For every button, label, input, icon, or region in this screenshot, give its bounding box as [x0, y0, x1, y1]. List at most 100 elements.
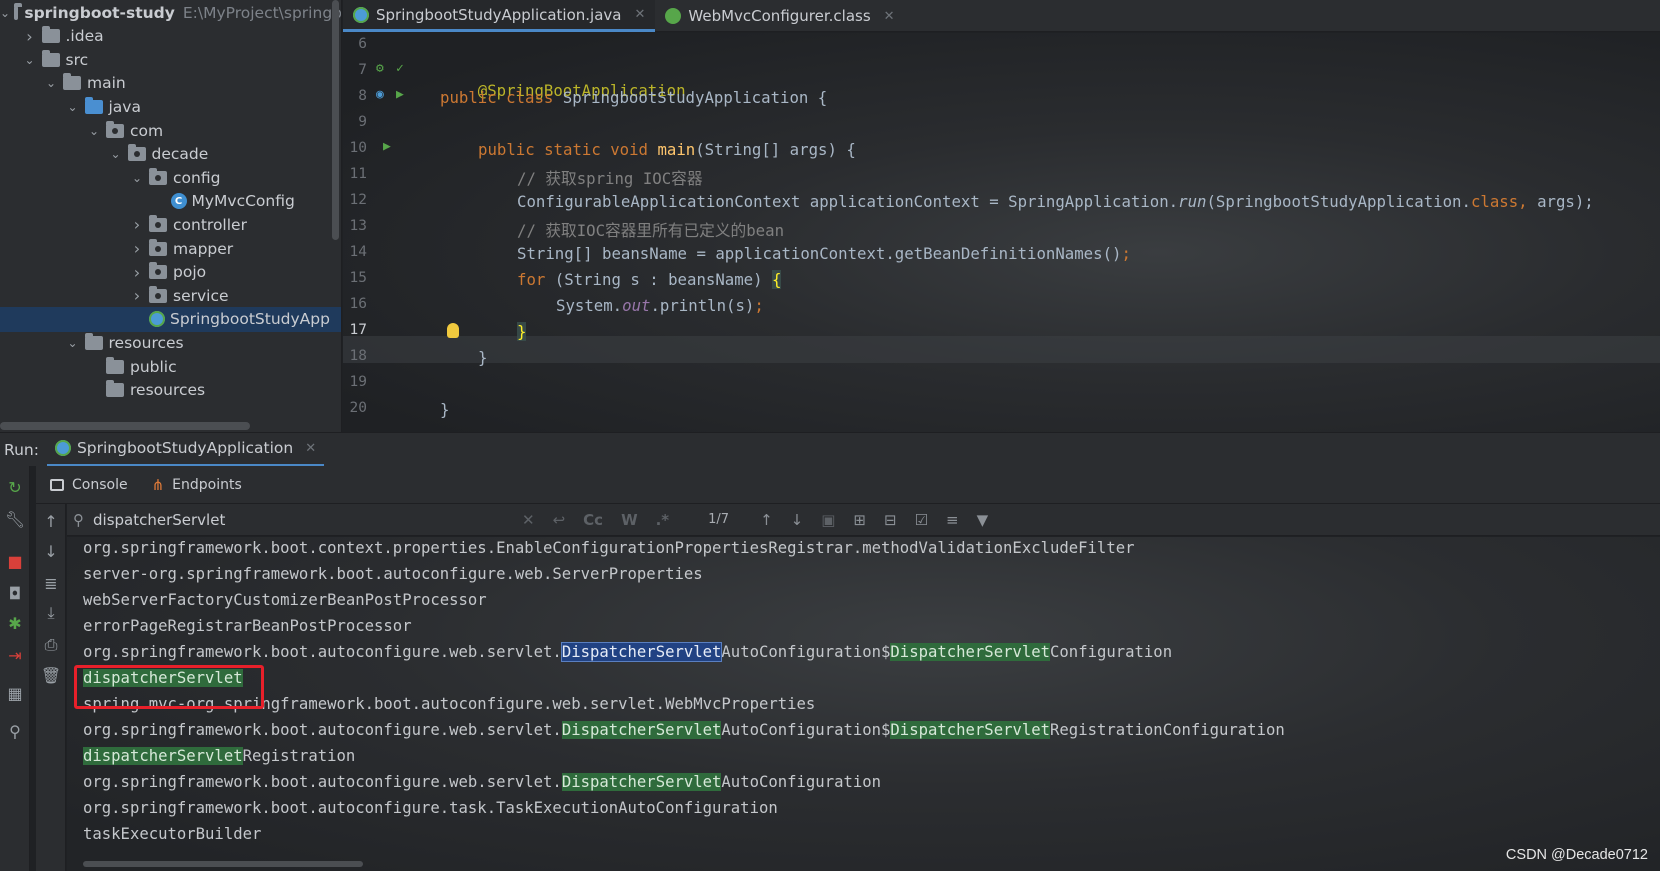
tree-root[interactable]: ⌄ springboot-study E:\MyProject\springb: [0, 0, 341, 25]
search-match: DispatcherServlet: [890, 643, 1051, 661]
scroll-to-end-icon[interactable]: ⤓: [42, 603, 60, 622]
pin-icon[interactable]: ⚲: [6, 722, 24, 741]
tab-console-label: Console: [72, 476, 128, 493]
chevron-down-icon[interactable]: ⌄: [65, 99, 81, 115]
tree-item[interactable]: › mapper: [0, 236, 341, 261]
folder-icon: [41, 26, 60, 44]
tab-springboot-study-application[interactable]: SpringbootStudyApplication.java ✕: [343, 0, 656, 32]
tree-horizontal-scrollbar[interactable]: [0, 422, 250, 430]
soft-wrap-icon[interactable]: ≣: [42, 574, 60, 593]
camera-icon[interactable]: ◘: [6, 584, 24, 603]
console-output[interactable]: org.springframework.boot.context.propert…: [67, 537, 1660, 871]
clear-icon[interactable]: ✕: [522, 511, 535, 529]
add-occurrence-icon[interactable]: ⊞: [853, 511, 866, 529]
project-tree-panel: ⌄ springboot-study E:\MyProject\springb …: [0, 0, 342, 432]
debug-icon[interactable]: ✱: [6, 614, 24, 633]
close-icon[interactable]: ✕: [305, 441, 316, 456]
tab-endpoints[interactable]: ⋔ Endpoints: [152, 476, 242, 494]
tree-item[interactable]: SpringbootStudyApp: [0, 306, 341, 332]
run-label: Run:: [4, 440, 39, 459]
chevron-right-icon[interactable]: ›: [129, 263, 145, 282]
next-occurrence-icon[interactable]: ↓: [791, 511, 804, 529]
tree-item[interactable]: ⌄ config: [0, 165, 341, 190]
run-icon[interactable]: ▶: [383, 139, 391, 154]
tree-item-label: resources: [108, 333, 184, 352]
code-editor[interactable]: 6 7 8 9 10 11 12 13 14 15 16 17 18 19 20 ⚙ ✓ ◉ ▶ ▶ @Sp…: [343, 33, 1660, 432]
filter-icon[interactable]: ▼: [977, 511, 989, 529]
match-case-button[interactable]: Cc: [583, 511, 603, 529]
chevron-right-icon[interactable]: ›: [129, 239, 145, 258]
chevron-right-icon[interactable]: ›: [129, 286, 145, 305]
select-all-icon[interactable]: ☑: [915, 511, 928, 529]
rerun-icon[interactable]: ↻: [6, 478, 24, 497]
tree-item[interactable]: C MyMvcConfig: [0, 189, 341, 214]
tree-item[interactable]: ⌄ java: [0, 94, 341, 119]
bean-icon[interactable]: ⚙: [376, 61, 384, 76]
console-line: org.springframework.boot.autoconfigure.w…: [83, 769, 881, 795]
code-line-15: for (String s : beansName) {: [517, 270, 782, 289]
chevron-down-icon[interactable]: ⌄: [86, 123, 102, 139]
folder-icon: [84, 332, 103, 350]
tree-item[interactable]: › .idea: [0, 24, 341, 49]
console-horizontal-scrollbar[interactable]: [83, 861, 363, 867]
chevron-down-icon[interactable]: ⌄: [108, 146, 124, 162]
lightbulb-icon[interactable]: [447, 323, 459, 338]
chevron-down-icon[interactable]: ⌄: [43, 75, 59, 91]
tree-item[interactable]: › pojo: [0, 260, 341, 285]
wrench-icon[interactable]: 🔧︎: [5, 510, 25, 529]
package-icon: [149, 167, 167, 185]
line-number: 20: [349, 400, 367, 416]
filter-lines-icon[interactable]: ≡: [946, 511, 959, 529]
line-number: 12: [349, 192, 367, 208]
layout-icon[interactable]: ▦: [6, 684, 24, 703]
tree-item[interactable]: ⌄ decade: [0, 142, 341, 167]
run-tab[interactable]: SpringbootStudyApplication ✕: [46, 433, 325, 467]
chevron-down-icon[interactable]: ⌄: [22, 52, 38, 68]
tree-item[interactable]: ⌄ resources: [0, 330, 341, 355]
whole-words-button[interactable]: W: [621, 511, 638, 529]
tree-item[interactable]: ⌄ com: [0, 118, 341, 143]
tab-console[interactable]: Console: [50, 477, 128, 493]
tree-item[interactable]: › service: [0, 283, 341, 308]
print-icon[interactable]: ⎙: [42, 635, 60, 654]
close-icon[interactable]: ✕: [634, 7, 645, 22]
arrow-down-icon[interactable]: ↓: [42, 542, 60, 561]
console-text: Configuration: [1050, 643, 1173, 661]
line-number: 8: [358, 88, 367, 104]
tree-item[interactable]: ⌄ main: [0, 71, 341, 96]
close-icon[interactable]: ✕: [884, 9, 895, 24]
chevron-down-icon[interactable]: ⌄: [0, 5, 10, 21]
tree-item[interactable]: › controller: [0, 212, 341, 237]
exit-icon[interactable]: ⇥: [6, 646, 24, 665]
previous-occurrence-icon[interactable]: ↑: [760, 511, 773, 529]
new-line-icon[interactable]: ↩: [553, 511, 566, 529]
console-text: org.springframework.boot.context.propert…: [83, 539, 1135, 557]
chevron-right-icon[interactable]: ›: [22, 27, 38, 46]
arrow-up-icon[interactable]: ↑: [42, 512, 60, 531]
line-number: 7: [358, 62, 367, 78]
console-text: RegistrationConfiguration: [1050, 721, 1285, 739]
search-input[interactable]: [93, 510, 513, 529]
chevron-down-icon[interactable]: ⌄: [65, 335, 81, 351]
tree-item-label: mapper: [173, 239, 234, 258]
tree-item[interactable]: ⌄ src: [0, 47, 341, 72]
remove-occurrence-icon[interactable]: ⊟: [884, 511, 897, 529]
chevron-right-icon[interactable]: ›: [129, 215, 145, 234]
stop-icon[interactable]: ■: [6, 552, 24, 571]
folder-icon: [106, 356, 124, 374]
spring-gutter-icon[interactable]: ◉: [376, 87, 384, 102]
regex-button[interactable]: .*: [656, 511, 670, 529]
trash-icon[interactable]: 🗑︎: [41, 666, 61, 685]
console-text: AutoConfiguration: [721, 773, 882, 791]
tree-item[interactable]: resources: [0, 378, 341, 403]
tree-vertical-scrollbar[interactable]: [332, 0, 339, 240]
tree-item-label: SpringbootStudyApp: [170, 310, 330, 329]
console-text: AutoConfiguration$: [721, 643, 891, 661]
tree-item[interactable]: public: [0, 354, 341, 379]
run-icon[interactable]: ▶: [396, 87, 404, 102]
console-line: org.springframework.boot.autoconfigure.w…: [83, 717, 1285, 743]
tab-webmvc-configurer[interactable]: WebMvcConfigurer.class ✕: [655, 0, 904, 32]
chevron-down-icon[interactable]: ⌄: [129, 170, 145, 186]
select-all-occurrences-icon[interactable]: ▣: [821, 511, 835, 529]
spring-gutter-icon[interactable]: ✓: [396, 61, 404, 76]
